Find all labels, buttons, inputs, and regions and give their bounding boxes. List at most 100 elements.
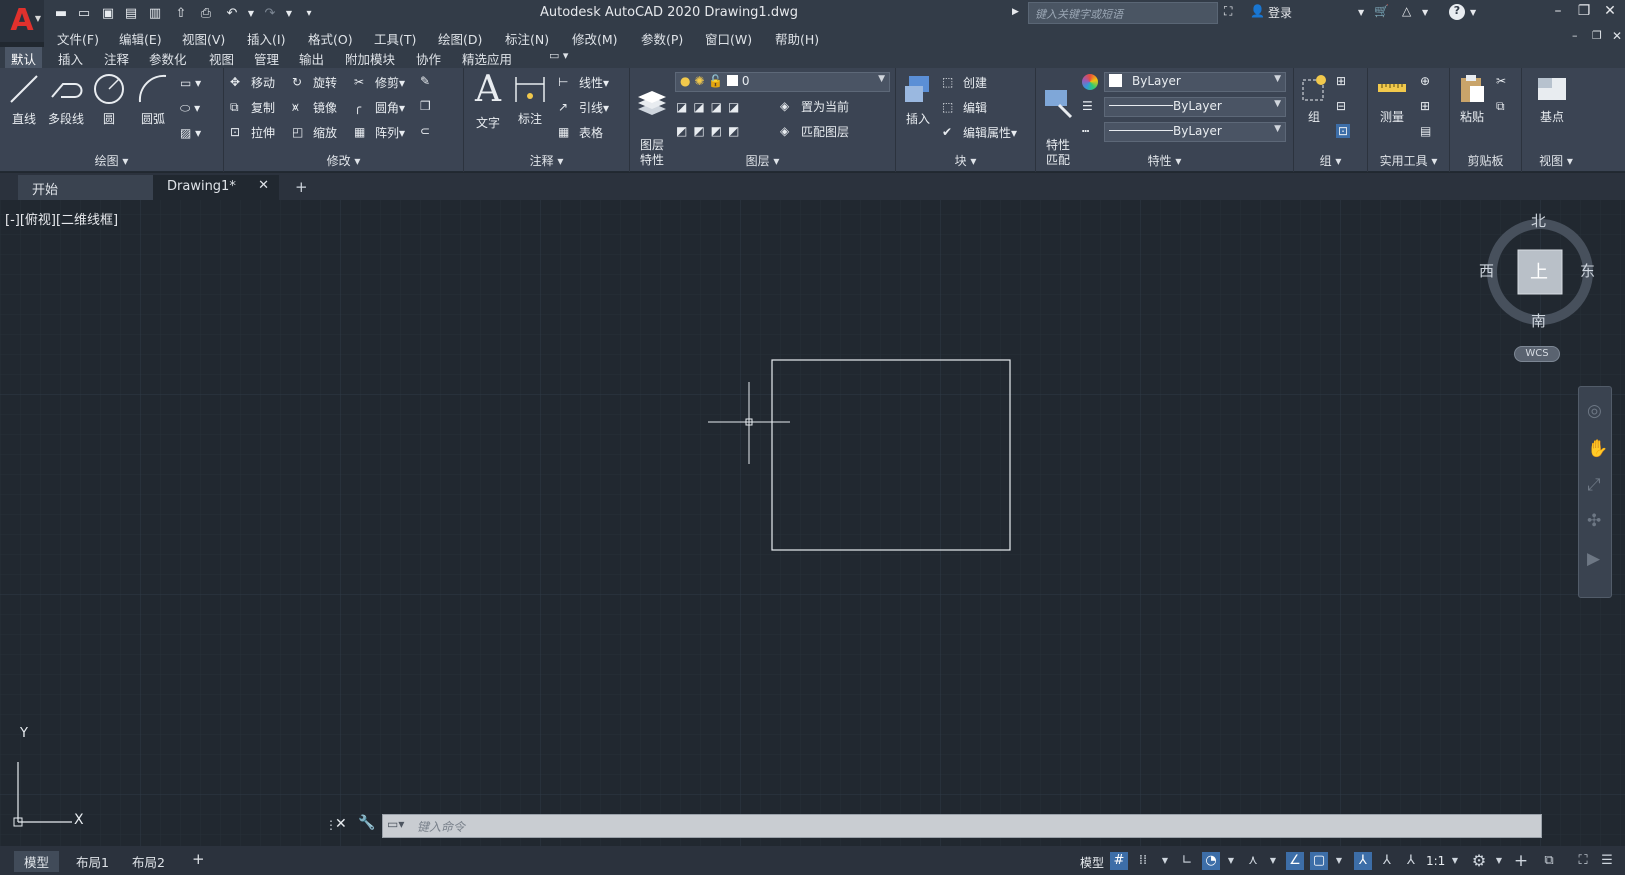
auto-scale-icon[interactable]: ⅄ <box>1378 852 1396 870</box>
edit-block-tool[interactable]: ⬚ 编辑 <box>942 99 987 116</box>
color-wheel-icon[interactable] <box>1082 74 1098 90</box>
model-space-toggle[interactable]: 模型 <box>1080 854 1104 871</box>
scale-tool[interactable]: ◰ 缩放 <box>292 124 337 141</box>
layer-tools-row-2[interactable]: ◩◩◩◩ <box>676 124 745 138</box>
menu-insert[interactable]: 插入(I) <box>247 29 285 48</box>
print-icon[interactable]: ⎙ <box>197 4 215 22</box>
trim-tool[interactable]: ✂ 修剪 ▾ <box>354 74 405 91</box>
paste-tool[interactable]: 粘贴 <box>1454 72 1490 125</box>
menu-tools[interactable]: 工具(T) <box>374 29 416 48</box>
grid-icon[interactable]: # <box>1110 852 1128 870</box>
tab-annotate[interactable]: 注释 <box>98 49 135 68</box>
open-file-icon[interactable]: ▭ <box>75 4 93 22</box>
doc-restore-icon[interactable]: ❐ <box>1592 29 1602 42</box>
search-expand-icon[interactable]: ▶ <box>1012 7 1019 17</box>
edit-attributes-tool[interactable]: ✔ 编辑属性 ▾ <box>942 124 1017 141</box>
scale-dropdown-icon[interactable]: ▼ <box>1446 852 1464 870</box>
tab-view[interactable]: 视图 <box>203 49 240 68</box>
customization-menu-icon[interactable]: ☰ <box>1598 852 1616 870</box>
calculator-icon[interactable]: ▤ <box>1420 124 1431 138</box>
erase-tool[interactable]: ✎ <box>420 74 441 90</box>
object-snap-icon[interactable]: ▢ <box>1310 852 1328 870</box>
tab-parametric[interactable]: 参数化 <box>143 49 193 68</box>
cart-icon[interactable]: 🛒 <box>1374 4 1389 18</box>
utilities-panel-label[interactable]: 实用工具 ▾ <box>1368 152 1449 169</box>
restore-icon[interactable]: ❐ <box>1574 3 1594 23</box>
annotation-scale-icon[interactable]: ⅄ <box>1402 852 1420 870</box>
undo-dropdown-icon[interactable]: ▼ <box>242 4 260 22</box>
search-input[interactable]: 键入关键字或短语 <box>1028 2 1218 24</box>
menu-format[interactable]: 格式(O) <box>308 29 353 48</box>
a360-dropdown-icon[interactable]: ▼ <box>1422 8 1428 17</box>
menu-modify[interactable]: 修改(M) <box>572 29 618 48</box>
menu-help[interactable]: 帮助(H) <box>775 29 819 48</box>
rectangle-tool[interactable]: ▭ ▾ <box>180 76 201 90</box>
tab-layout2[interactable]: 布局2 <box>122 851 175 872</box>
workspace-dropdown-icon[interactable]: ▼ <box>1490 852 1508 870</box>
annotation-visibility-icon[interactable]: ⅄ <box>1354 852 1372 870</box>
polar-icon[interactable]: ◔ <box>1202 852 1220 870</box>
tab-drawing1[interactable]: Drawing1* ✕ <box>153 175 279 200</box>
new-file-icon[interactable]: ▬ <box>52 4 70 22</box>
group-tool[interactable]: 组 <box>1298 72 1330 125</box>
close-command-line-icon[interactable]: ✕ <box>335 816 347 832</box>
tab-start[interactable]: 开始 <box>18 175 153 200</box>
explode-tool[interactable]: ❒ <box>420 99 441 115</box>
doc-close-icon[interactable]: ✕ <box>1612 29 1622 43</box>
a360-icon[interactable]: △ <box>1402 4 1411 18</box>
copy-tool[interactable]: ⧉ 复制 <box>230 99 275 116</box>
leader-tool[interactable]: ↗ 引线 ▾ <box>558 99 609 116</box>
line-tool[interactable]: 直线 <box>6 72 42 127</box>
redo-icon[interactable]: ↷ <box>261 4 279 22</box>
login-link[interactable]: 登录 <box>1268 4 1292 21</box>
login-dropdown-icon[interactable]: ▼ <box>1358 8 1364 17</box>
help-dropdown-icon[interactable]: ▼ <box>1470 8 1476 17</box>
workspace-gear-icon[interactable]: ⚙ <box>1470 852 1488 870</box>
tab-manage[interactable]: 管理 <box>248 49 285 68</box>
save-icon[interactable]: ▣ <box>99 4 117 22</box>
offset-tool[interactable]: ⊂ <box>420 124 441 140</box>
isolate-objects-icon[interactable]: ⧉ <box>1540 852 1558 870</box>
select-all-icon[interactable]: ⊞ <box>1420 99 1430 113</box>
application-menu-button[interactable]: A ▼ <box>0 0 44 42</box>
viewcube-west[interactable]: 西 <box>1479 260 1494 281</box>
block-panel-label[interactable]: 块 ▾ <box>896 152 1035 169</box>
tab-addins[interactable]: 附加模块 <box>339 49 401 68</box>
create-block-tool[interactable]: ⬚ 创建 <box>942 74 987 91</box>
layers-panel-label[interactable]: 图层 ▾ <box>630 152 895 169</box>
tab-default[interactable]: 默认 <box>5 47 43 68</box>
ribbon-minimize-icon[interactable]: ▭ ▾ <box>543 49 574 62</box>
command-line[interactable]: ▭▾ 键入命令 <box>382 814 1542 838</box>
help-icon[interactable]: ? <box>1449 4 1465 20</box>
menu-parametric[interactable]: 参数(P) <box>641 29 683 48</box>
minimize-icon[interactable]: – <box>1548 3 1568 23</box>
zoom-extents-icon[interactable]: ⤢ <box>1587 475 1601 495</box>
steering-wheel-icon[interactable]: ◎ <box>1587 401 1602 421</box>
pan-icon[interactable]: ✋ <box>1587 439 1608 459</box>
group-edit-icon[interactable]: ⊟ <box>1336 99 1346 113</box>
lineweight-icon[interactable]: ☰ <box>1082 99 1093 113</box>
clipboard-panel-label[interactable]: 剪贴板 <box>1450 152 1521 169</box>
lineweight-dropdown[interactable]: ByLayer ▼ <box>1104 97 1286 117</box>
menu-draw[interactable]: 绘图(D) <box>438 29 482 48</box>
ungroup-icon[interactable]: ⊞ <box>1336 74 1346 88</box>
command-input[interactable]: 键入命令 <box>417 818 465 835</box>
wcs-menu[interactable]: WCS <box>1514 346 1560 362</box>
ellipse-tool[interactable]: ⬭ ▾ <box>180 101 200 116</box>
viewcube-east[interactable]: 东 <box>1580 260 1595 281</box>
group-select-icon[interactable]: ⊡ <box>1336 124 1351 138</box>
cut-icon[interactable]: ✂ <box>1496 74 1506 88</box>
orbit-icon[interactable]: ✣ <box>1587 511 1601 531</box>
viewcube-north[interactable]: 北 <box>1531 210 1546 231</box>
command-customize-icon[interactable]: 🔧 <box>358 815 375 831</box>
draw-panel-label[interactable]: 绘图 ▾ <box>0 152 223 169</box>
polyline-tool[interactable]: 多段线 <box>44 72 88 127</box>
save-to-web-icon[interactable]: ⇧ <box>172 4 190 22</box>
showmotion-icon[interactable]: ▶ <box>1587 549 1600 569</box>
close-tab-icon[interactable]: ✕ <box>258 178 269 193</box>
open-from-web-icon[interactable]: ▥ <box>146 4 164 22</box>
redo-dropdown-icon[interactable]: ▼ <box>280 4 298 22</box>
match-layer-tool[interactable]: ◈ 匹配图层 <box>780 123 849 140</box>
tab-collaborate[interactable]: 协作 <box>410 49 447 68</box>
new-tab-icon[interactable]: + <box>295 178 308 196</box>
